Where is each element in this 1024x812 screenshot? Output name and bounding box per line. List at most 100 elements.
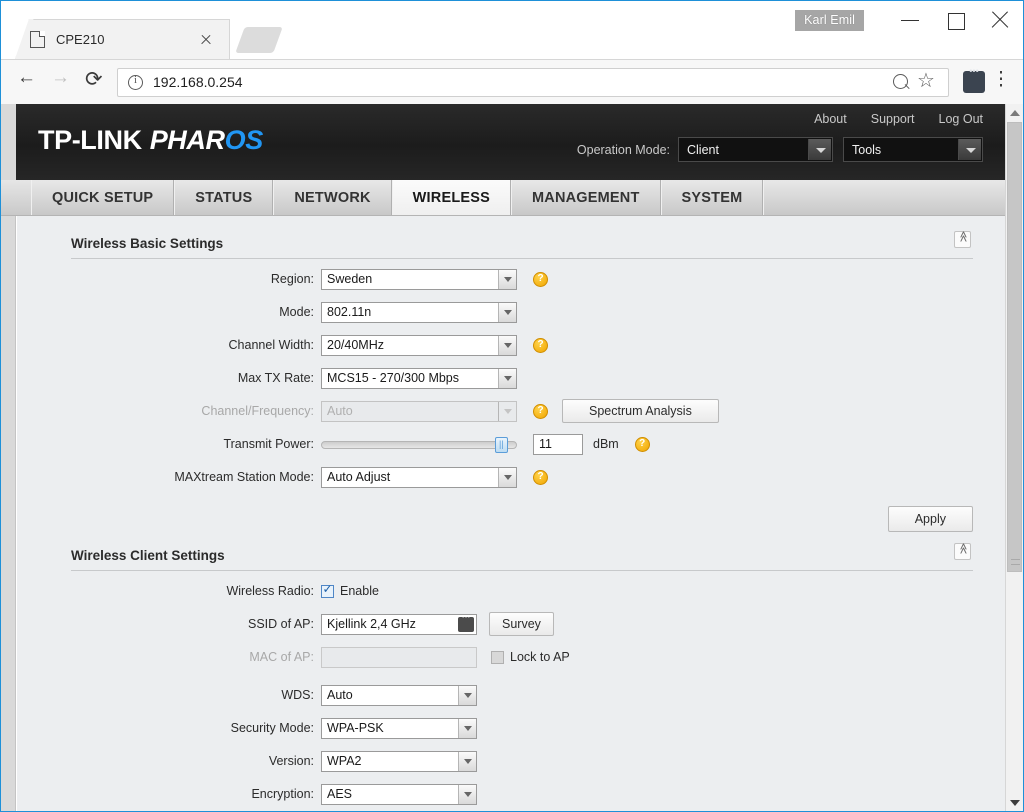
- client-section-header: Wireless Client Settings: [43, 532, 979, 571]
- basic-section-title: Wireless Basic Settings: [71, 236, 224, 251]
- scroll-down-icon[interactable]: [1006, 794, 1023, 811]
- help-icon[interactable]: [533, 469, 548, 485]
- scroll-up-icon[interactable]: [1006, 104, 1023, 121]
- ssid-input[interactable]: Kjellink 2,4 GHz: [321, 612, 477, 635]
- divider: [71, 258, 973, 259]
- region-value: Sweden: [327, 272, 373, 286]
- max-tx-rate-select[interactable]: MCS15 - 270/300 Mbps: [321, 367, 517, 389]
- wds-label: WDS:: [281, 688, 314, 702]
- extension-icon[interactable]: [963, 66, 985, 93]
- mode-label: Mode:: [279, 305, 314, 319]
- security-mode-label: Security Mode:: [230, 721, 314, 735]
- header-links: About Support Log Out: [814, 112, 983, 126]
- security-mode-select[interactable]: WPA-PSK: [321, 717, 477, 739]
- maximize-icon[interactable]: [933, 5, 978, 35]
- link-logout[interactable]: Log Out: [939, 112, 983, 126]
- tools-select[interactable]: Tools: [843, 137, 983, 162]
- region-select[interactable]: Sweden: [321, 268, 517, 290]
- survey-button[interactable]: Survey: [489, 612, 554, 636]
- kebab-menu-icon[interactable]: [989, 67, 1013, 95]
- star-icon[interactable]: [914, 68, 940, 95]
- apply-basic-button[interactable]: Apply: [887, 506, 973, 532]
- user-profile-badge[interactable]: Karl Emil: [795, 9, 864, 31]
- nav-filler: [763, 180, 1005, 215]
- version-label: Version:: [268, 754, 314, 768]
- channel-width-value: 20/40MHz: [327, 338, 384, 352]
- chevron-down-icon: [498, 401, 516, 421]
- spectrum-analysis-button[interactable]: Spectrum Analysis: [562, 399, 719, 423]
- info-icon[interactable]: [128, 74, 143, 90]
- tab-wireless[interactable]: WIRELESS: [391, 180, 512, 215]
- brand-os: OS: [224, 125, 264, 155]
- channel-width-select[interactable]: 20/40MHz: [321, 334, 517, 356]
- channel-frequency-select: Auto: [321, 400, 517, 422]
- encryption-select[interactable]: AES: [321, 783, 477, 805]
- mac-of-ap-input: [321, 646, 477, 668]
- maxtream-select[interactable]: Auto Adjust: [321, 466, 517, 488]
- close-icon[interactable]: [197, 31, 215, 49]
- wireless-radio-checkbox[interactable]: [321, 582, 334, 598]
- pharos-header: TP-LINK PHAROS About Support Log Out Oper…: [1, 104, 1005, 180]
- page-scrollbar[interactable]: [1005, 104, 1023, 811]
- window-close-icon[interactable]: [978, 5, 1023, 35]
- reload-icon[interactable]: [77, 65, 111, 99]
- left-gutter: [1, 216, 16, 811]
- link-about[interactable]: About: [814, 112, 847, 126]
- max-tx-rate-label: Max TX Rate:: [237, 371, 314, 385]
- tab-system[interactable]: SYSTEM: [660, 180, 764, 215]
- transmit-power-label: Transmit Power:: [223, 437, 314, 451]
- pharos-logo: TP-LINK PHAROS: [38, 125, 263, 156]
- help-icon[interactable]: [634, 436, 650, 452]
- operation-mode-select[interactable]: Client: [678, 137, 833, 162]
- tab-network[interactable]: NETWORK: [273, 180, 392, 215]
- mode-select[interactable]: 802.11n: [321, 301, 517, 323]
- transmit-power-input[interactable]: 11: [533, 433, 583, 455]
- browser-toolbar: 192.168.0.254: [1, 59, 1023, 104]
- row-wireless-radio: Wireless Radio: Enable: [43, 578, 979, 604]
- collapse-client-button[interactable]: [954, 543, 971, 560]
- divider: [71, 570, 973, 571]
- row-wds: WDS: Auto: [43, 682, 979, 708]
- version-select[interactable]: WPA2: [321, 750, 477, 772]
- row-version: Version: WPA2: [43, 748, 979, 774]
- slider-thumb[interactable]: [494, 436, 508, 453]
- help-icon[interactable]: [533, 271, 548, 287]
- tab-quick-setup[interactable]: QUICK SETUP: [31, 180, 175, 215]
- back-arrow-icon[interactable]: [9, 65, 43, 99]
- collapse-basic-button[interactable]: [954, 231, 971, 248]
- wireless-radio-enable-label: Enable: [340, 584, 379, 598]
- settings-panel: Wireless Basic Settings Region: Sweden: [16, 216, 1005, 811]
- new-tab-button[interactable]: [235, 27, 283, 53]
- client-section-title: Wireless Client Settings: [71, 548, 225, 563]
- transmit-power-slider[interactable]: [321, 434, 517, 455]
- operation-mode-row: Operation Mode: Client Tools: [577, 137, 983, 162]
- scrollbar-thumb[interactable]: [1007, 122, 1022, 572]
- lock-to-ap-checkbox[interactable]: [491, 650, 504, 664]
- chevron-down-icon: [458, 685, 476, 705]
- wds-select[interactable]: Auto: [321, 684, 477, 706]
- zoom-out-icon[interactable]: [888, 69, 914, 95]
- link-support[interactable]: Support: [871, 112, 915, 126]
- chevron-down-icon: [498, 269, 516, 289]
- address-bar[interactable]: 192.168.0.254: [117, 67, 949, 97]
- mac-of-ap-label: MAC of AP:: [249, 650, 314, 664]
- browser-tab-title: CPE210: [56, 32, 105, 47]
- help-icon[interactable]: [533, 337, 548, 353]
- row-mac-of-ap: MAC of AP: Lock to AP: [43, 644, 979, 670]
- ssid-more-icon[interactable]: [458, 612, 474, 632]
- channel-frequency-label: Channel/Frequency:: [201, 404, 314, 418]
- chevron-down-icon: [498, 368, 516, 388]
- security-mode-value: WPA-PSK: [327, 721, 384, 735]
- brand-phar: PHAR: [149, 125, 225, 155]
- browser-tab[interactable]: CPE210: [15, 19, 230, 59]
- ssid-label: SSID of AP:: [247, 617, 314, 631]
- row-maxtream: MAXtream Station Mode: Auto Adjust: [43, 464, 979, 490]
- page-viewport: TP-LINK PHAROS About Support Log Out Oper…: [1, 104, 1023, 811]
- minimize-icon[interactable]: [888, 5, 933, 35]
- chevron-down-icon: [498, 467, 516, 487]
- tab-management[interactable]: MANAGEMENT: [511, 180, 661, 215]
- chevron-down-icon: [498, 335, 516, 355]
- tab-status[interactable]: STATUS: [174, 180, 274, 215]
- row-encryption: Encryption: AES: [43, 781, 979, 807]
- help-icon[interactable]: [533, 403, 548, 419]
